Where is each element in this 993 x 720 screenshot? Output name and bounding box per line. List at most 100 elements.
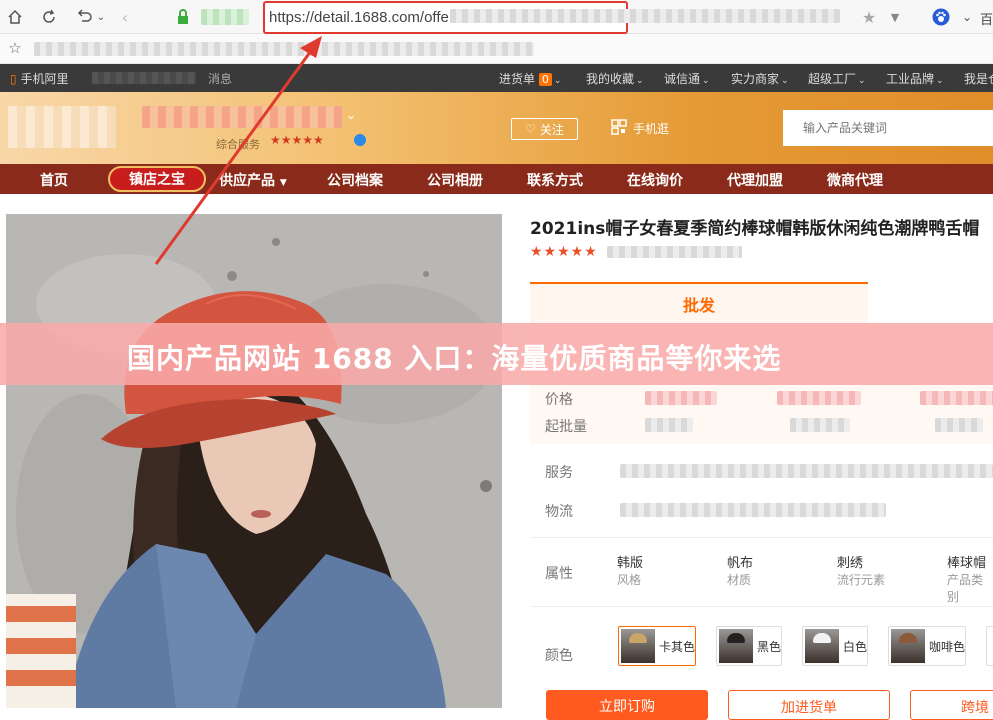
attribute-value: 帆布	[727, 556, 754, 571]
cart-count-badge: 0	[538, 73, 552, 86]
blurred-price	[645, 391, 717, 405]
favorites-label: 我的收藏	[586, 72, 635, 86]
blurred-price	[777, 391, 861, 405]
chevron-down-icon[interactable]: ⌄	[346, 108, 356, 122]
nav-profile[interactable]: 公司档案	[327, 170, 383, 190]
product-main-image[interactable]	[6, 214, 502, 708]
follow-button[interactable]: ♡ 关注	[511, 118, 578, 140]
blurred-logistics	[620, 503, 886, 517]
star-icon[interactable]: ★	[858, 6, 880, 28]
product-rating-stars: ★★★★★	[530, 244, 743, 260]
chevron-down-icon: ⌄	[936, 76, 944, 86]
home-icon[interactable]	[4, 6, 26, 28]
industry-brand-label: 工业品牌	[886, 72, 935, 86]
color-option[interactable]: 白色	[802, 626, 868, 666]
blurred-shop-logo	[8, 106, 116, 148]
color-option[interactable]: 黑色	[716, 626, 782, 666]
color-thumbnail	[719, 629, 753, 663]
cross-border-button[interactable]: 跨境	[910, 690, 993, 720]
cart-link[interactable]: 进货单 0 ⌄	[499, 70, 561, 87]
blurred-bookmarks	[34, 42, 534, 56]
chevron-down-icon[interactable]: ▼	[884, 6, 906, 28]
tab-label-right[interactable]: 百	[980, 9, 993, 28]
super-factory-link[interactable]: 超级工厂 ⌄	[808, 70, 866, 87]
verified-icon	[354, 134, 366, 146]
shop-nav: 首页 镇店之宝 供应产品 ▼ 公司档案 公司相册 联系方式 在线询价 代理加盟 …	[0, 164, 993, 194]
cart-label: 进货单	[499, 72, 536, 86]
promo-banner: 国内产品网站 1688 入口：海量优质商品等你来选	[0, 323, 993, 385]
blurred-rating-info	[607, 246, 743, 258]
heart-icon: ♡	[525, 122, 536, 136]
chevron-down-icon: ⌄	[553, 76, 562, 86]
price-label: 价格	[545, 392, 573, 408]
chevron-down-icon: ⌄	[781, 76, 789, 86]
qr-code-icon	[611, 119, 627, 138]
url-text: https://detail.1688.com/offe	[269, 9, 449, 26]
browser-toolbar: ⌄ ‹ https://detail.1688.com/offe ★ ▼ ⌄ 百	[0, 0, 993, 34]
search-input[interactable]	[783, 110, 993, 146]
blurred-shop-name	[142, 106, 342, 128]
site-top-bar: ▯ 手机阿里 消息 进货单 0 ⌄ 我的收藏 ⌄ 诚信通 ⌄ 实力商家 ⌄ 超级工厂 ⌄ …	[0, 64, 993, 92]
attribute-value: 韩版	[617, 556, 644, 571]
color-option[interactable]: 卡其色	[618, 626, 696, 666]
nav-contact[interactable]: 联系方式	[527, 170, 583, 190]
favorites-link[interactable]: 我的收藏 ⌄	[586, 70, 644, 87]
nav-shop-treasure[interactable]: 镇店之宝	[108, 166, 206, 192]
chevron-down-icon: ⌄	[636, 76, 644, 86]
attribute-element: 刺绣 流行元素	[837, 555, 885, 589]
color-option[interactable]	[986, 626, 993, 666]
service-label: 服务	[545, 465, 573, 481]
divider	[530, 606, 993, 607]
blurred-moq	[935, 418, 983, 432]
nav-home[interactable]: 首页	[40, 170, 68, 190]
chevron-down-icon: ⌄	[702, 76, 710, 86]
nav-agency[interactable]: 代理加盟	[727, 170, 783, 190]
moq-label: 起批量	[545, 419, 587, 435]
trust-link[interactable]: 诚信通 ⌄	[664, 70, 710, 87]
blurred-service	[620, 464, 993, 478]
trust-label: 诚信通	[664, 72, 701, 86]
power-merchant-link[interactable]: 实力商家 ⌄	[731, 70, 789, 87]
refresh-icon[interactable]	[38, 6, 60, 28]
paw-icon[interactable]	[930, 6, 952, 28]
bookmark-star-icon[interactable]: ☆	[4, 37, 26, 59]
nav-inquiry[interactable]: 在线询价	[627, 170, 683, 190]
add-to-cart-button[interactable]: 加进货单	[728, 690, 890, 720]
nav-supply[interactable]: 供应产品 ▼	[219, 170, 287, 190]
mobile-alibaba-link[interactable]: ▯ 手机阿里	[10, 70, 68, 87]
attribute-value: 棒球帽	[947, 556, 987, 571]
attribute-key: 产品类别	[947, 573, 984, 604]
color-option-label: 咖啡色	[929, 639, 966, 654]
phone-icon: ▯	[10, 72, 17, 86]
blurred-price	[920, 391, 993, 405]
industry-brand-link[interactable]: 工业品牌 ⌄	[886, 70, 944, 87]
undo-dropdown-icon[interactable]: ⌄	[90, 6, 112, 28]
blurred-site-label	[201, 9, 249, 25]
color-thumbnail	[805, 629, 839, 663]
chevron-down-icon: ⌄	[858, 76, 866, 86]
blurred-moq	[790, 418, 850, 432]
tab-wholesale[interactable]: 批发	[530, 282, 868, 324]
blurred-moq	[645, 418, 693, 432]
mobile-shop-label: 手机逛	[633, 122, 670, 136]
buy-now-button[interactable]: 立即订购	[546, 690, 708, 720]
chevron-down-icon: ▼	[279, 178, 287, 188]
color-option-label: 白色	[842, 639, 867, 654]
bookmarks-bar: ☆	[0, 34, 993, 64]
chevron-down-icon[interactable]: ⌄	[956, 6, 978, 28]
messages-link[interactable]: 消息	[208, 70, 232, 87]
shop-header: 综合服务 ★★★★★ ⌄ ♡ 关注 手机逛	[0, 92, 993, 164]
mobile-shop-link[interactable]: 手机逛	[611, 119, 669, 138]
product-title: 2021ins帽子女春夏季简约棒球帽韩版休闲纯色潮牌鸭舌帽	[530, 219, 980, 239]
shop-rating-stars: ★★★★★	[270, 133, 324, 147]
lock-icon	[172, 6, 194, 28]
attribute-label: 属性	[545, 566, 573, 582]
my-account-link[interactable]: 我是仓	[964, 70, 993, 87]
model-photo	[6, 214, 502, 708]
nav-wechat-agent[interactable]: 微商代理	[827, 170, 883, 190]
attribute-value: 刺绣	[837, 556, 864, 571]
back-icon[interactable]: ‹	[114, 6, 136, 28]
color-option[interactable]: 咖啡色	[888, 626, 966, 666]
attribute-style: 韩版 风格	[617, 555, 643, 589]
nav-album[interactable]: 公司相册	[427, 170, 483, 190]
